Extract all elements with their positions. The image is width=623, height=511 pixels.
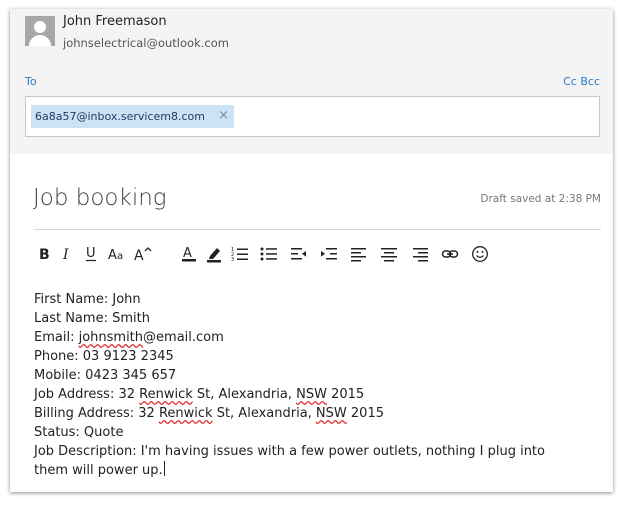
font-color-icon[interactable]: A bbox=[179, 243, 199, 265]
body-line-description-2: them will power up. bbox=[34, 461, 545, 480]
svg-text:a: a bbox=[117, 251, 123, 262]
description-line-2-text: them will power up. bbox=[34, 463, 163, 478]
job-address-post: 2015 bbox=[326, 387, 365, 402]
billing-address-state-misspelled: NSW bbox=[315, 406, 347, 421]
job-address-prefix: Job Address: 32 bbox=[34, 387, 140, 402]
body-line-status: Status: Quote bbox=[34, 425, 124, 440]
svg-text:U: U bbox=[86, 246, 96, 261]
numbered-list-icon[interactable]: 123 bbox=[230, 243, 250, 265]
sender-email: johnselectrical@outlook.com bbox=[63, 36, 229, 50]
avatar bbox=[25, 16, 55, 46]
cc-bcc-link[interactable]: Cc Bcc bbox=[563, 75, 600, 88]
billing-address-prefix: Billing Address: 32 bbox=[34, 406, 159, 421]
increase-indent-icon[interactable] bbox=[319, 243, 339, 265]
body-line-mobile: Mobile: 0423 345 657 bbox=[34, 368, 177, 383]
body-line-first-name: First Name: John bbox=[34, 292, 141, 307]
grow-font-icon[interactable]: A bbox=[132, 243, 154, 265]
job-address-state-misspelled: NSW bbox=[296, 387, 327, 402]
job-address-street-misspelled: Renwick bbox=[139, 387, 193, 402]
bulleted-list-icon[interactable] bbox=[259, 243, 279, 265]
align-center-icon[interactable] bbox=[379, 243, 399, 265]
divider bbox=[34, 229, 601, 230]
link-icon[interactable] bbox=[440, 243, 460, 265]
align-left-icon[interactable] bbox=[349, 243, 369, 265]
body-line-phone: Phone: 03 9123 2345 bbox=[34, 349, 174, 364]
highlight-icon[interactable] bbox=[204, 243, 224, 265]
align-right-icon[interactable] bbox=[410, 243, 430, 265]
job-address-mid: St, Alexandria, bbox=[192, 387, 297, 402]
avatar-head-shape bbox=[34, 21, 46, 33]
svg-text:A: A bbox=[108, 248, 117, 262]
svg-text:A: A bbox=[183, 246, 192, 261]
compose-header: John Freemason johnselectrical@outlook.c… bbox=[10, 9, 613, 154]
svg-text:3: 3 bbox=[231, 257, 234, 262]
italic-icon[interactable]: I bbox=[57, 243, 77, 265]
message-body[interactable]: First Name: John Last Name: Smith Email:… bbox=[34, 290, 545, 480]
font-size-icon[interactable]: Aa bbox=[105, 243, 129, 265]
sender-name: John Freemason bbox=[63, 14, 167, 29]
subject-field[interactable]: Job booking bbox=[33, 185, 167, 211]
body-line-email: Email: johnsmith@email.com bbox=[34, 328, 545, 347]
to-label[interactable]: To bbox=[25, 75, 37, 88]
body-line-last-name: Last Name: Smith bbox=[34, 311, 150, 326]
draft-status: Draft saved at 2:38 PM bbox=[480, 193, 601, 205]
body-line-billing-address: Billing Address: 32 Renwick St, Alexandr… bbox=[34, 404, 545, 423]
billing-address-mid: St, Alexandria, bbox=[212, 406, 316, 421]
billing-address-street-misspelled: Renwick bbox=[158, 406, 213, 421]
email-user-misspelled: johnsmith bbox=[78, 330, 144, 345]
recipient-chip[interactable]: 6a8a57@inbox.servicem8.com × bbox=[31, 105, 234, 128]
text-cursor bbox=[163, 461, 165, 476]
recipient-address: 6a8a57@inbox.servicem8.com bbox=[35, 110, 205, 123]
bold-icon[interactable]: B bbox=[34, 243, 54, 265]
email-label: Email: bbox=[34, 330, 79, 345]
body-line-description-1: Job Description: I'm having issues with … bbox=[34, 444, 545, 459]
svg-text:I: I bbox=[62, 247, 69, 262]
billing-address-post: 2015 bbox=[346, 406, 384, 421]
compose-window: John Freemason johnselectrical@outlook.c… bbox=[10, 9, 613, 492]
avatar-shoulders-shape bbox=[29, 35, 51, 46]
svg-text:B: B bbox=[39, 247, 50, 262]
svg-text:A: A bbox=[134, 248, 144, 263]
to-field[interactable]: 6a8a57@inbox.servicem8.com × bbox=[25, 96, 600, 137]
body-line-job-address: Job Address: 32 Renwick St, Alexandria, … bbox=[34, 385, 545, 404]
decrease-indent-icon[interactable] bbox=[289, 243, 309, 265]
underline-icon[interactable]: U bbox=[81, 243, 101, 265]
email-domain: @email.com bbox=[143, 330, 224, 345]
remove-recipient-icon[interactable]: × bbox=[218, 108, 229, 123]
emoji-icon[interactable] bbox=[470, 243, 490, 265]
